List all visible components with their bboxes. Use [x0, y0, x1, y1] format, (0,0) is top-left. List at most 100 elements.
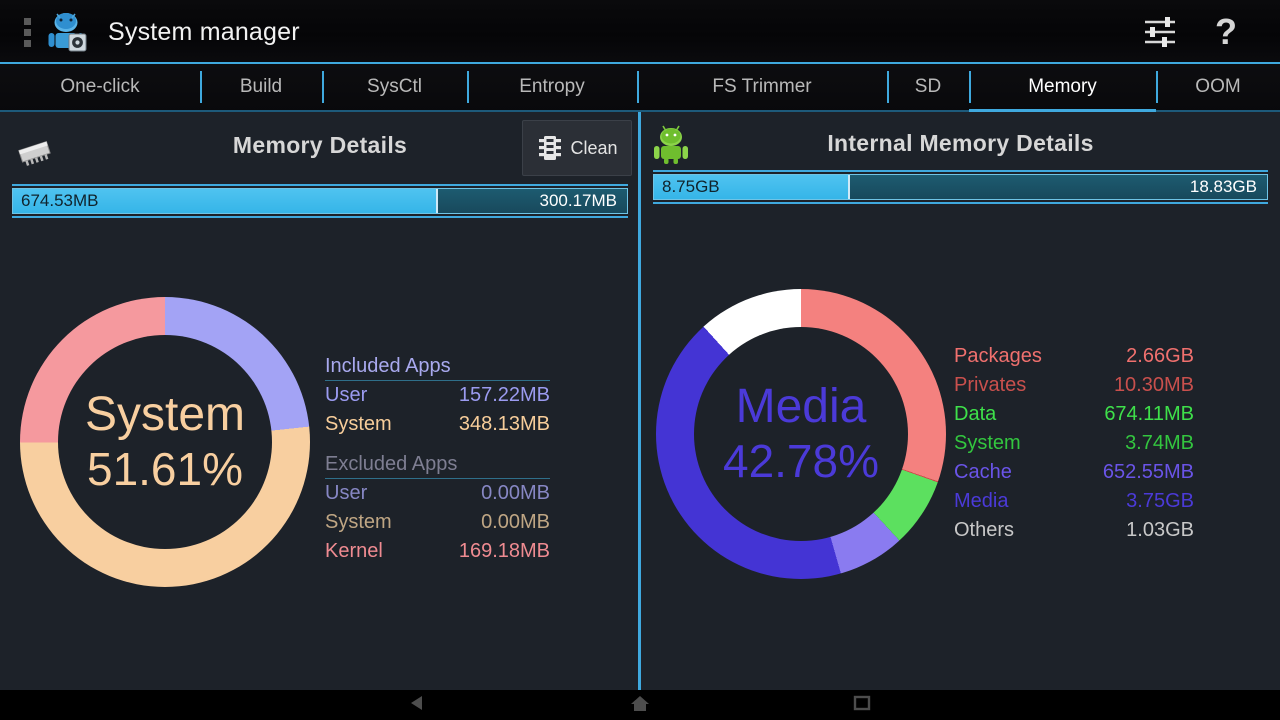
tab-label: One-click: [60, 76, 140, 97]
excluded-apps-header: Excluded Apps: [325, 453, 550, 479]
tab-entropy[interactable]: Entropy: [467, 64, 637, 112]
overflow-dots-icon[interactable]: [14, 17, 40, 47]
dot: [23, 28, 31, 36]
legend-row-excluded-user: User 0.00MB: [325, 479, 550, 508]
legend-value: 652.55MB: [1102, 461, 1194, 483]
title-bar: System manager ?: [0, 0, 1280, 64]
legend-row-kernel: Kernel 169.18MB: [325, 537, 550, 566]
internal-donut-chart: Media 42.78%: [656, 289, 946, 579]
legend-label: Media: [954, 490, 1009, 512]
legend-row-media: Media 3.75GB: [954, 487, 1194, 516]
home-icon[interactable]: [629, 693, 651, 718]
tab-label: Memory: [1028, 76, 1097, 97]
internal-memory-details-panel: Internal Memory Details 8.75GB 18.83GB M…: [641, 112, 1280, 690]
legend-row-others: Others 1.03GB: [954, 516, 1194, 545]
legend-value: 0.00MB: [481, 511, 550, 533]
legend-label: System: [325, 413, 392, 435]
memory-donut-center-label: System: [84, 387, 246, 441]
internal-donut-center: Media 42.78%: [694, 327, 908, 541]
tab-label: SD: [914, 76, 942, 97]
legend-label: Cache: [954, 461, 1012, 483]
legend-spacer: [325, 439, 550, 453]
memory-progress-track: 674.53MB 300.17MB: [12, 188, 628, 214]
internal-free-label: 18.83GB: [1189, 177, 1257, 196]
internal-progress-track: 8.75GB 18.83GB: [653, 174, 1268, 200]
tab-label: Entropy: [519, 76, 585, 97]
tab-fs-trimmer[interactable]: FS Trimmer: [637, 64, 887, 112]
chip-icon: [539, 136, 562, 160]
tab-label: Build: [239, 76, 283, 97]
tab-memory[interactable]: Memory: [969, 64, 1156, 112]
legend-value: 10.30MB: [1113, 374, 1194, 396]
tab-one-click[interactable]: One-click: [0, 64, 200, 112]
legend-label: System: [325, 511, 392, 533]
memory-donut-center: System 51.61%: [58, 335, 272, 549]
internal-donut-ring: Media 42.78%: [656, 289, 946, 579]
internal-memory-header: Internal Memory Details: [641, 112, 1280, 170]
legend-row-packages: Packages 2.66GB: [954, 342, 1194, 371]
dot: [23, 17, 31, 25]
sliders-icon[interactable]: [1134, 10, 1186, 54]
internal-memory-title: Internal Memory Details: [827, 130, 1094, 156]
memory-used-label: 674.53MB: [21, 191, 99, 210]
memory-details-inner: Memory Details Clean 674.53MB 300.17MB S…: [0, 112, 640, 690]
legend-value: 1.03GB: [1126, 519, 1194, 541]
tab-label: FS Trimmer: [712, 76, 812, 97]
legend-label: Privates: [954, 374, 1027, 396]
legend-row-system: System 3.74MB: [954, 429, 1194, 458]
legend-row-privates: Privates 10.30MB: [954, 371, 1194, 400]
internal-used-label: 8.75GB: [662, 177, 720, 196]
legend-label: Others: [954, 519, 1015, 541]
back-triangle-icon[interactable]: [407, 693, 429, 718]
clean-button-label: Clean: [570, 137, 618, 158]
legend-value: 0.00MB: [481, 482, 550, 504]
tab-sysctl[interactable]: SysCtl: [322, 64, 467, 112]
recents-icon[interactable]: [851, 693, 873, 718]
legend-row-included-system: System 348.13MB: [325, 410, 550, 439]
legend-label: User: [325, 384, 368, 406]
internal-progress-bar[interactable]: 8.75GB 18.83GB: [653, 170, 1268, 204]
legend-label: User: [325, 482, 368, 504]
legend-row-excluded-system: System 0.00MB: [325, 508, 550, 537]
internal-memory-inner: Internal Memory Details 8.75GB 18.83GB M…: [641, 112, 1280, 690]
legend-value: 674.11MB: [1104, 403, 1194, 425]
legend-value: 169.18MB: [458, 540, 550, 562]
included-apps-header: Included Apps: [325, 355, 550, 381]
tab-sd[interactable]: SD: [887, 64, 969, 112]
legend-value: 3.75GB: [1126, 490, 1194, 512]
memory-details-header: Memory Details Clean: [0, 112, 640, 184]
legend-value: 348.13MB: [458, 413, 550, 435]
legend-label: Data: [954, 403, 997, 425]
android-settings-icon: [44, 9, 90, 55]
internal-memory-legend: Packages 2.66GB Privates 10.30MB Data 67…: [954, 342, 1194, 545]
memory-legend: Included Apps User 157.22MB System 348.1…: [325, 355, 550, 566]
memory-details-panel: Memory Details Clean 674.53MB 300.17MB S…: [0, 112, 640, 690]
memory-donut-center-percent: 51.61%: [86, 442, 243, 495]
tab-label: OOM: [1195, 76, 1241, 97]
legend-row-data: Data 674.11MB: [954, 400, 1194, 429]
tab-build[interactable]: Build: [200, 64, 322, 112]
legend-label: System: [954, 432, 1021, 454]
dot: [23, 39, 31, 47]
tab-bar: One-click Build SysCtl Entropy FS Trimme…: [0, 64, 1280, 112]
legend-row-cache: Cache 652.55MB: [954, 458, 1194, 487]
internal-donut-center-label: Media: [735, 379, 867, 433]
clean-button[interactable]: Clean: [522, 120, 632, 176]
tab-oom[interactable]: OOM: [1156, 64, 1280, 112]
legend-value: 157.22MB: [458, 384, 550, 406]
question-mark-icon[interactable]: ?: [1200, 10, 1252, 54]
legend-row-included-user: User 157.22MB: [325, 381, 550, 410]
legend-value: 2.66GB: [1126, 345, 1194, 367]
memory-progress-bar[interactable]: 674.53MB 300.17MB: [12, 184, 628, 218]
legend-label: Packages: [954, 345, 1042, 367]
memory-donut-ring: System 51.61%: [20, 297, 310, 587]
tab-label: SysCtl: [367, 76, 422, 97]
memory-free-label: 300.17MB: [539, 191, 618, 210]
panel-divider: [638, 112, 641, 690]
app-title: System manager: [108, 17, 300, 46]
memory-donut-chart: System 51.61%: [20, 297, 310, 587]
system-nav-bar: [0, 690, 1280, 720]
legend-label: Kernel: [325, 540, 383, 562]
internal-donut-center-percent: 42.78%: [722, 434, 879, 487]
legend-value: 3.74MB: [1125, 432, 1194, 454]
